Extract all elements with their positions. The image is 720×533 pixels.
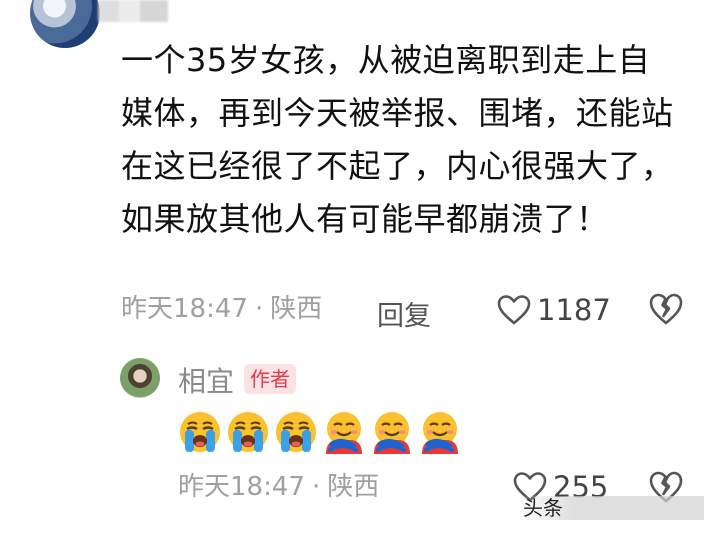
reply-button[interactable]: 回复 bbox=[377, 294, 431, 333]
toutiao-watermark: 头条 bbox=[517, 496, 704, 520]
reply-location: 陕西 bbox=[327, 472, 380, 502]
comment-time: 昨天18:47 bbox=[121, 294, 248, 324]
broken-heart-icon[interactable] bbox=[648, 292, 684, 326]
loudly-crying-face-icon bbox=[276, 412, 316, 452]
loudly-crying-face-icon bbox=[228, 412, 268, 452]
reply-author-name[interactable]: 相宜 bbox=[178, 360, 234, 400]
meta-separator: · bbox=[311, 472, 321, 502]
hugging-face-icon bbox=[326, 412, 362, 454]
reply-time: 昨天18:47 bbox=[178, 472, 305, 502]
comment-meta: 昨天18:47 · 陕西 bbox=[121, 294, 322, 324]
heart-icon bbox=[497, 295, 531, 325]
hugging-face-icon bbox=[374, 412, 410, 454]
commenter-name-redacted bbox=[98, 0, 168, 22]
commenter-avatar[interactable] bbox=[30, 0, 100, 48]
meta-separator: · bbox=[254, 294, 264, 324]
comment-like-button[interactable]: 1187 bbox=[497, 293, 611, 327]
comment-text: 一个35岁女孩，从被迫离职到走上自媒体，再到今天被举报、围堵，还能站在这已经很了… bbox=[121, 41, 674, 238]
loudly-crying-face-icon bbox=[180, 412, 220, 452]
author-badge: 作者 bbox=[244, 364, 296, 394]
reply-emoji-row bbox=[178, 410, 462, 454]
comment-like-count: 1187 bbox=[537, 293, 611, 327]
hugging-face-icon bbox=[422, 412, 458, 454]
watermark-text: 头条 bbox=[523, 496, 563, 520]
reply-meta: 昨天18:47 · 陕西 bbox=[178, 472, 379, 502]
reply-author-avatar[interactable] bbox=[120, 358, 160, 398]
comment-location: 陕西 bbox=[270, 294, 323, 324]
